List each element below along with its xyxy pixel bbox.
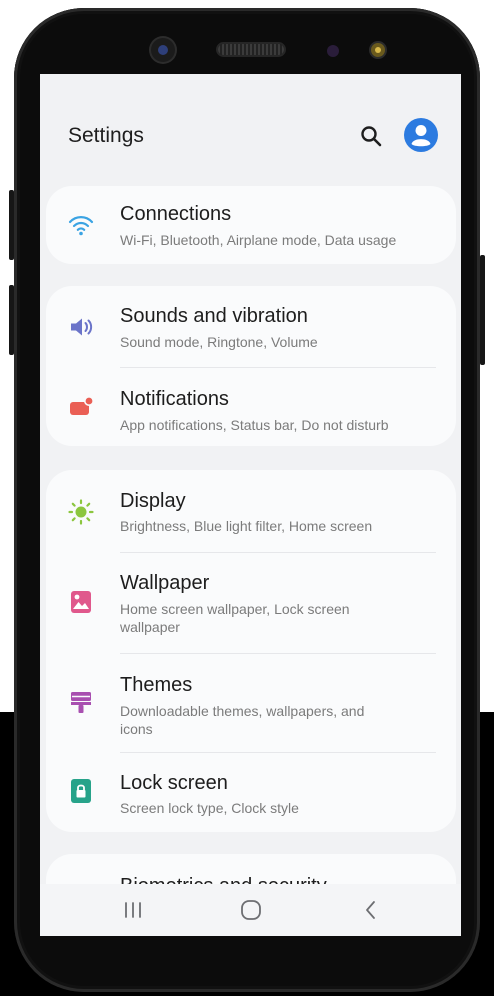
volume-icon: [71, 318, 93, 336]
sounds-label: Sounds and vibration: [120, 305, 308, 327]
themes-summary: Downloadable themes, wallpapers, and ico…: [120, 703, 365, 737]
search-icon[interactable]: [360, 125, 382, 147]
account-icon[interactable]: [403, 117, 439, 153]
settings-item-lock-screen[interactable]: Lock screen Screen lock type, Clock styl…: [46, 753, 456, 832]
connections-label: Connections: [120, 203, 232, 225]
lock-icon: [71, 779, 91, 803]
back-icon[interactable]: [356, 896, 386, 924]
settings-group-display: Display Brightness, Blue light filter, H…: [46, 470, 456, 832]
settings-item-notifications[interactable]: Notifications App notifications, Status …: [46, 368, 456, 446]
wallpaper-label: Wallpaper: [120, 572, 210, 594]
home-icon[interactable]: [236, 896, 266, 924]
brightness-icon: [68, 499, 94, 525]
proximity-sensor: [327, 45, 339, 57]
power-button: [480, 255, 485, 365]
lock-screen-label: Lock screen: [120, 772, 228, 794]
sounds-summary: Sound mode, Ringtone, Volume: [120, 334, 318, 350]
settings-group-connections: Connections Wi-Fi, Bluetooth, Airplane m…: [46, 186, 456, 264]
notifications-label: Notifications: [120, 388, 229, 410]
settings-screen: Settings Connections Wi-Fi, Bluetooth, A…: [40, 74, 461, 936]
settings-item-themes[interactable]: Themes Downloadable themes, wallpapers, …: [46, 654, 456, 752]
front-flash: [371, 43, 385, 57]
settings-item-display[interactable]: Display Brightness, Blue light filter, H…: [46, 470, 456, 552]
wallpaper-icon: [71, 591, 91, 613]
notifications-summary: App notifications, Status bar, Do not di…: [120, 417, 389, 433]
settings-item-connections[interactable]: Connections Wi-Fi, Bluetooth, Airplane m…: [46, 186, 456, 264]
settings-group-sounds: Sounds and vibration Sound mode, Rington…: [46, 286, 456, 446]
recents-icon[interactable]: [118, 896, 148, 924]
settings-header: Settings: [40, 74, 461, 184]
settings-item-sounds[interactable]: Sounds and vibration Sound mode, Rington…: [46, 286, 456, 366]
display-label: Display: [120, 490, 186, 512]
lock-screen-summary: Screen lock type, Clock style: [120, 800, 299, 816]
themes-icon: [71, 692, 91, 713]
front-camera: [151, 38, 175, 62]
connections-summary: Wi-Fi, Bluetooth, Airplane mode, Data us…: [120, 232, 397, 248]
bixby-button: [9, 190, 14, 260]
navigation-bar: [40, 884, 461, 936]
notification-icon: [70, 396, 94, 415]
volume-button: [9, 285, 14, 355]
wallpaper-summary: Home screen wallpaper, Lock screen wallp…: [120, 601, 350, 635]
earpiece-speaker: [218, 44, 284, 55]
display-summary: Brightness, Blue light filter, Home scre…: [120, 518, 373, 534]
themes-label: Themes: [120, 674, 193, 696]
page-title: Settings: [68, 124, 144, 147]
wifi-icon: [68, 216, 94, 236]
settings-item-wallpaper[interactable]: Wallpaper Home screen wallpaper, Lock sc…: [46, 553, 456, 653]
